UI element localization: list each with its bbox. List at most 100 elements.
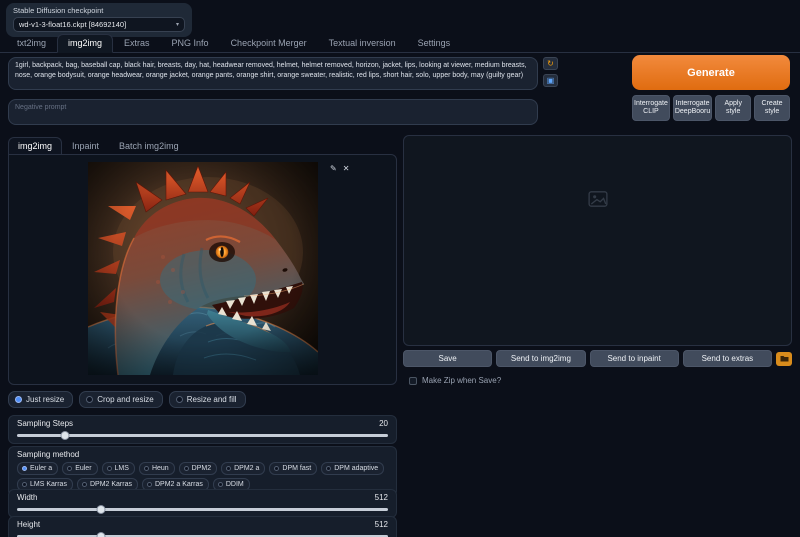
- checkpoint-select[interactable]: wd-v1-3-float16.ckpt [84692140] ▾: [13, 17, 185, 32]
- sampler-label: LMS: [115, 465, 129, 472]
- clear-image-icon[interactable]: ✕: [343, 164, 350, 173]
- send-to-inpaint-button[interactable]: Send to inpaint: [590, 350, 679, 367]
- generate-button[interactable]: Generate: [632, 55, 790, 90]
- width-value: 512: [375, 493, 388, 502]
- resize-option-crop-and-resize[interactable]: Crop and resize: [79, 391, 162, 408]
- sampler-row-1: Euler a Euler LMS Heun DPM2 DPM2 a DPM f…: [17, 462, 388, 475]
- sampler-label: Euler a: [30, 465, 52, 472]
- sampler-label: DDIM: [226, 481, 244, 488]
- resize-option-label: Resize and fill: [187, 395, 237, 404]
- input-image[interactable]: [88, 162, 318, 375]
- resize-option-resize-and-fill[interactable]: Resize and fill: [169, 391, 246, 408]
- sampler-label: DPM adaptive: [334, 465, 378, 472]
- width-slider[interactable]: [17, 505, 388, 514]
- main-tabbar: txt2img img2img Extras PNG Info Checkpoi…: [0, 36, 800, 53]
- height-label: Height: [17, 520, 40, 529]
- slider-track[interactable]: [17, 434, 388, 437]
- slider-track[interactable]: [17, 508, 388, 511]
- slider-thumb[interactable]: [96, 505, 105, 514]
- resize-option-just-resize[interactable]: Just resize: [8, 391, 73, 408]
- dinosaur-artwork: [88, 162, 318, 375]
- radio-dot-icon: [326, 466, 331, 471]
- checkpoint-label: Stable Diffusion checkpoint: [13, 6, 185, 15]
- send-to-extras-button[interactable]: Send to extras: [683, 350, 772, 367]
- slider-thumb[interactable]: [96, 532, 105, 537]
- stable-diffusion-webui: Stable Diffusion checkpoint wd-v1-3-floa…: [0, 0, 800, 537]
- radio-dot-icon: [86, 396, 93, 403]
- make-zip-label: Make Zip when Save?: [422, 376, 501, 385]
- radio-dot-icon: [22, 466, 27, 471]
- send-to-img2img-button[interactable]: Send to img2img: [496, 350, 585, 367]
- make-zip-row: Make Zip when Save?: [409, 376, 501, 385]
- sampler-option-heun[interactable]: Heun: [139, 462, 175, 475]
- slider-thumb[interactable]: [61, 431, 70, 440]
- sampler-label: Euler: [75, 465, 91, 472]
- create-style-button[interactable]: Create style: [754, 95, 790, 121]
- height-slider[interactable]: [17, 532, 388, 537]
- open-folder-button[interactable]: [776, 352, 792, 366]
- radio-dot-icon: [67, 466, 72, 471]
- sampler-option-euler[interactable]: Euler: [62, 462, 97, 475]
- sampler-option-dpm2-a[interactable]: DPM2 a: [221, 462, 265, 475]
- checkpoint-panel: Stable Diffusion checkpoint wd-v1-3-floa…: [6, 3, 192, 37]
- sampler-option-euler-a[interactable]: Euler a: [17, 462, 58, 475]
- negative-prompt-input[interactable]: [8, 99, 538, 125]
- sampler-option-dpm-fast[interactable]: DPM fast: [269, 462, 317, 475]
- sampler-label: DPM2 Karras: [90, 481, 132, 488]
- sampler-option-dpm-adaptive[interactable]: DPM adaptive: [321, 462, 384, 475]
- resize-mode-group: Just resize Crop and resize Resize and f…: [8, 391, 246, 408]
- sampler-label: DPM2 a: [234, 465, 259, 472]
- height-block: Height 512: [8, 516, 397, 537]
- interrogate-clip-button[interactable]: Interrogate CLIP: [632, 95, 670, 121]
- image-placeholder-icon: [588, 190, 608, 207]
- radio-dot-icon: [82, 482, 87, 487]
- style-actions-row: Interrogate CLIP Interrogate DeepBooru A…: [632, 95, 790, 121]
- interrogate-deepbooru-button[interactable]: Interrogate DeepBooru: [673, 95, 712, 121]
- prompt-input[interactable]: 1girl, backpack, bag, baseball cap, blac…: [8, 57, 538, 90]
- sampler-option-lms[interactable]: LMS: [102, 462, 135, 475]
- tab-extras[interactable]: Extras: [113, 34, 161, 53]
- sampler-label: DPM fast: [282, 465, 311, 472]
- radio-dot-icon: [22, 482, 27, 487]
- radio-dot-icon: [274, 466, 279, 471]
- tab-png-info[interactable]: PNG Info: [161, 34, 220, 53]
- folder-icon: [780, 355, 789, 362]
- radio-dot-icon: [184, 466, 189, 471]
- radio-dot-icon: [144, 466, 149, 471]
- tab-img2img[interactable]: img2img: [57, 34, 113, 53]
- radio-dot-icon: [15, 396, 22, 403]
- sampler-option-dpm2[interactable]: DPM2: [179, 462, 217, 475]
- radio-dot-icon: [218, 482, 223, 487]
- roll-button[interactable]: ↻: [543, 57, 558, 70]
- image-toolbar: ✎ ✕: [330, 164, 349, 173]
- height-value: 512: [375, 520, 388, 529]
- output-gallery: [403, 135, 792, 346]
- img2img-subtabs: img2img Inpaint Batch img2img: [8, 137, 189, 155]
- resize-option-label: Crop and resize: [97, 395, 153, 404]
- save-button[interactable]: Save: [403, 350, 492, 367]
- tab-textual-inversion[interactable]: Textual inversion: [318, 34, 407, 53]
- prompt-tools: ↻ ▣: [543, 57, 558, 87]
- sampling-steps-value: 20: [379, 419, 388, 428]
- radio-dot-icon: [107, 466, 112, 471]
- tab-settings[interactable]: Settings: [407, 34, 462, 53]
- checkpoint-value: wd-v1-3-float16.ckpt [84692140]: [19, 20, 126, 29]
- sampling-method-label: Sampling method: [17, 450, 79, 459]
- radio-dot-icon: [147, 482, 152, 487]
- edit-image-icon[interactable]: ✎: [330, 164, 337, 173]
- apply-style-button[interactable]: Apply style: [715, 95, 751, 121]
- sampling-steps-slider[interactable]: [17, 431, 388, 440]
- radio-dot-icon: [176, 396, 183, 403]
- make-zip-checkbox[interactable]: [409, 377, 417, 385]
- sampler-label: LMS Karras: [30, 481, 67, 488]
- sampler-label: DPM2 a Karras: [155, 481, 203, 488]
- output-actions-row: Save Send to img2img Send to inpaint Sen…: [403, 350, 792, 367]
- resize-option-label: Just resize: [26, 395, 64, 404]
- sampler-label: Heun: [152, 465, 169, 472]
- sampling-steps-label: Sampling Steps: [17, 419, 73, 428]
- width-label: Width: [17, 493, 37, 502]
- paste-button[interactable]: ▣: [543, 74, 558, 87]
- tab-txt2img[interactable]: txt2img: [6, 34, 57, 53]
- width-block: Width 512: [8, 489, 397, 518]
- tab-checkpoint-merger[interactable]: Checkpoint Merger: [220, 34, 318, 53]
